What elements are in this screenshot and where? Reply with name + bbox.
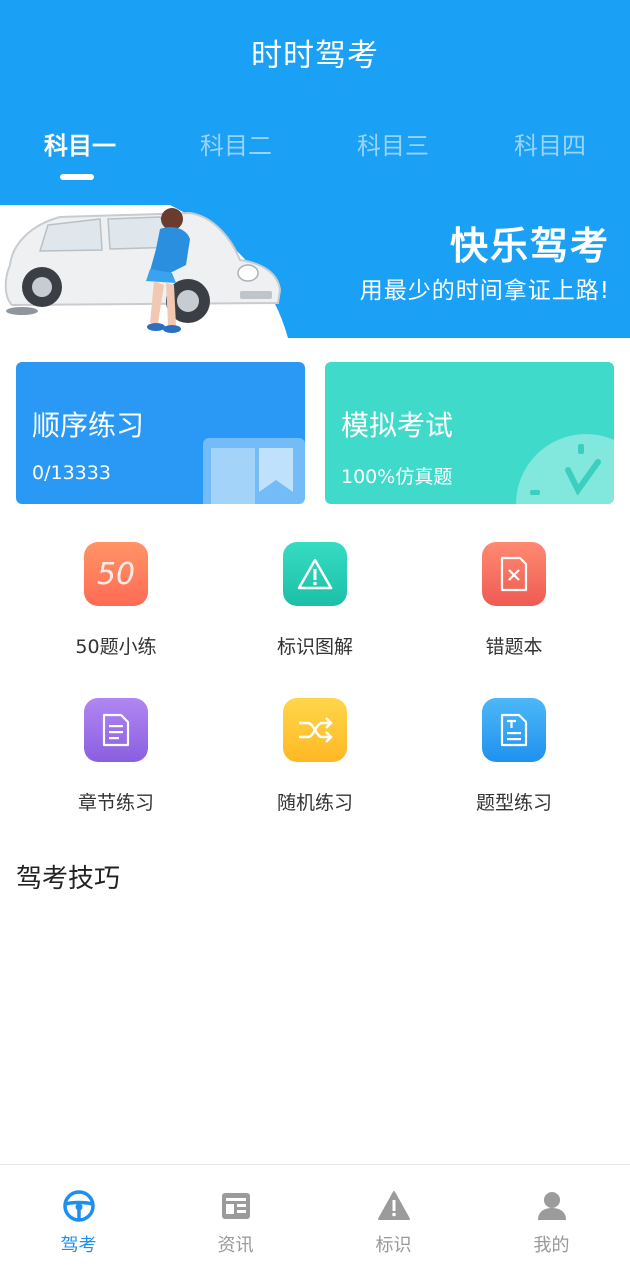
grid-item-chapter-practice[interactable]: 章节练习 bbox=[16, 698, 216, 818]
practice-cards: 顺序练习 0/13333 模拟考试 100%仿真题 bbox=[16, 362, 614, 504]
subject-tabs: 科目一 科目二 科目三 科目四 bbox=[0, 126, 630, 186]
grid-item-50-practice[interactable]: 50 50题小练 bbox=[16, 542, 216, 662]
mock-exam-subtitle: 100%仿真题 bbox=[341, 466, 453, 488]
shuffle-icon bbox=[283, 698, 347, 762]
text-doc-icon bbox=[482, 698, 546, 762]
grid-item-label: 随机练习 bbox=[276, 792, 353, 814]
nav-item-mine[interactable]: 我的 bbox=[473, 1165, 630, 1280]
warning-sign-icon bbox=[283, 542, 347, 606]
banner-subtitle: 用最少的时间拿证上路! bbox=[359, 278, 610, 304]
fifty-icon: 50 bbox=[84, 542, 148, 606]
sequential-practice-title: 顺序练习 bbox=[32, 409, 145, 442]
grid-item-wrong-book[interactable]: 错题本 bbox=[414, 542, 614, 662]
nav-label: 资讯 bbox=[217, 1235, 254, 1256]
clock-icon bbox=[516, 434, 614, 504]
book-bookmark-icon bbox=[203, 438, 305, 504]
grid-item-type-practice[interactable]: 题型练习 bbox=[414, 698, 614, 818]
feature-grid: 50 50题小练 标识图解 错题本 章节练习 随机练习 题型练习 bbox=[0, 540, 630, 820]
mock-exam-card[interactable]: 模拟考试 100%仿真题 bbox=[325, 362, 614, 504]
grid-item-random-practice[interactable]: 随机练习 bbox=[215, 698, 415, 818]
news-icon bbox=[222, 1193, 250, 1219]
tab-subject-4[interactable]: 科目四 bbox=[490, 126, 610, 161]
tab-subject-3[interactable]: 科目三 bbox=[333, 126, 453, 161]
warning-icon bbox=[378, 1191, 410, 1220]
tab-indicator bbox=[60, 174, 94, 180]
app-title: 时时驾考 bbox=[251, 38, 379, 74]
nav-item-news[interactable]: 资讯 bbox=[157, 1165, 314, 1280]
steering-wheel-icon bbox=[63, 1190, 95, 1222]
nav-label: 我的 bbox=[533, 1235, 570, 1256]
nav-label: 标识 bbox=[375, 1235, 412, 1256]
banner-title: 快乐驾考 bbox=[449, 224, 610, 268]
nav-label: 驾考 bbox=[60, 1235, 97, 1256]
header: 时时驾考 科目一 科目二 科目三 科目四 快乐驾考 用最少的时间拿证上路! bbox=[0, 0, 630, 338]
grid-item-label: 错题本 bbox=[485, 636, 543, 658]
grid-item-label: 题型练习 bbox=[475, 792, 552, 814]
mock-exam-title: 模拟考试 bbox=[341, 409, 454, 442]
wrong-doc-icon bbox=[482, 542, 546, 606]
grid-item-label: 章节练习 bbox=[77, 792, 154, 814]
nav-item-signs[interactable]: 标识 bbox=[315, 1165, 472, 1280]
user-icon bbox=[538, 1192, 566, 1220]
tab-subject-1[interactable]: 科目一 bbox=[20, 126, 140, 161]
grid-item-label: 标识图解 bbox=[276, 636, 353, 658]
sequential-practice-progress: 0/13333 bbox=[32, 462, 111, 484]
driving-tips-title: 驾考技巧 bbox=[16, 864, 121, 894]
banner[interactable]: 快乐驾考 用最少的时间拿证上路! bbox=[0, 205, 630, 338]
car-illustration bbox=[0, 205, 288, 338]
nav-item-driving-test[interactable]: 驾考 bbox=[0, 1165, 157, 1280]
grid-item-label: 50题小练 bbox=[75, 636, 157, 658]
bottom-nav: 驾考 资讯 标识 我的 bbox=[0, 1164, 630, 1280]
tab-subject-2[interactable]: 科目二 bbox=[176, 126, 296, 161]
grid-item-sign-guide[interactable]: 标识图解 bbox=[215, 542, 415, 662]
sequential-practice-card[interactable]: 顺序练习 0/13333 bbox=[16, 362, 305, 504]
document-icon bbox=[84, 698, 148, 762]
